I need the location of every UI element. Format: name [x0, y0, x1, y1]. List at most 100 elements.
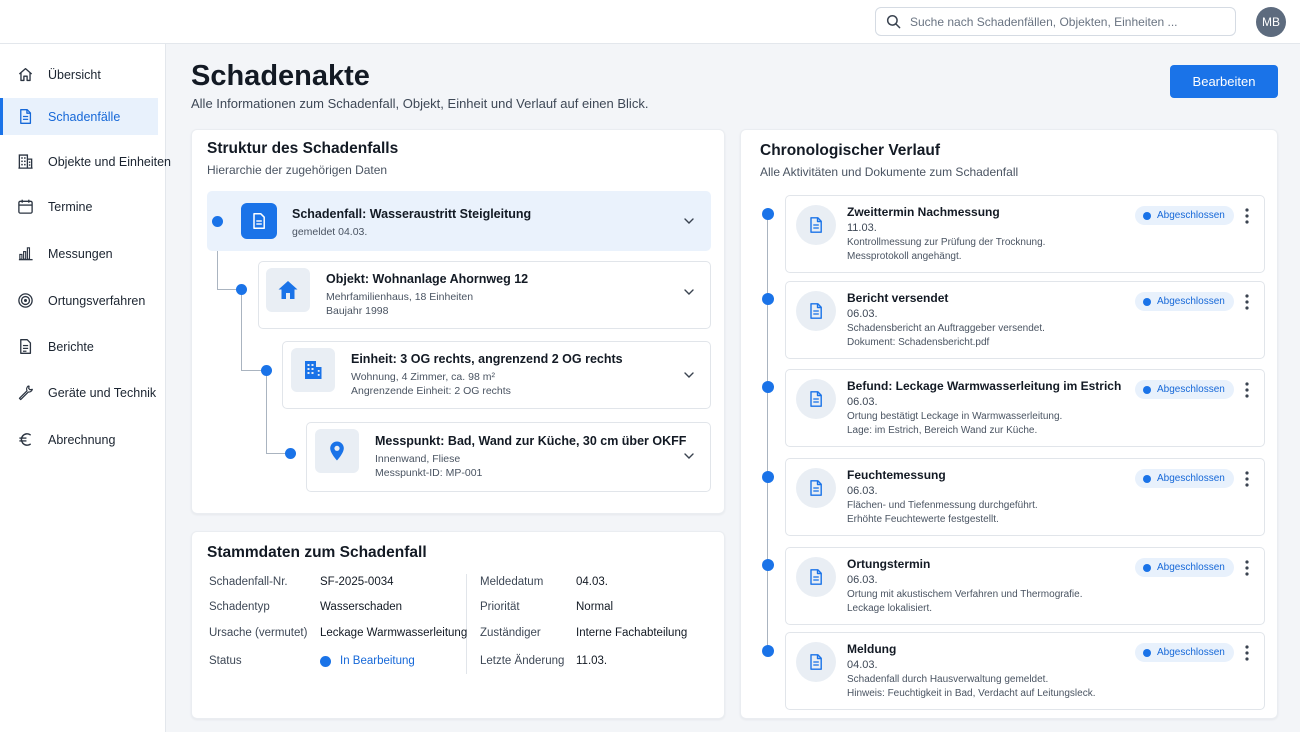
field-label: Schadenfall-Nr. [209, 576, 288, 588]
tree-node-messpunkt[interactable] [306, 422, 711, 492]
status-text: Abgeschlossen [1157, 647, 1225, 658]
sidebar-item-label: Schadenfälle [48, 109, 121, 124]
document-icon [20, 109, 32, 124]
more-options-icon[interactable] [1242, 293, 1252, 311]
node-icon-wrap [315, 429, 359, 473]
event-title: Zweittermin Nachmessung [847, 205, 1000, 219]
structure-subtitle: Hierarchie der zugehörigen Daten [207, 163, 388, 177]
document-icon [810, 569, 822, 585]
node-detail: Messpunkt-ID: MP-001 [375, 467, 483, 479]
calendar-icon [18, 199, 33, 214]
document-icon [810, 391, 822, 407]
search-box[interactable] [875, 7, 1236, 36]
edit-button[interactable]: Bearbeiten [1170, 65, 1278, 98]
event-icon-wrap [796, 642, 836, 682]
status-dot [320, 655, 331, 667]
top-bar: MB [0, 0, 1300, 44]
sidebar-item-label: Ortungsverfahren [48, 293, 146, 308]
tree-dot [236, 284, 247, 295]
document-icon [810, 303, 822, 319]
field-value: 04.03. [576, 576, 608, 588]
event-icon-wrap [796, 468, 836, 508]
more-options-icon[interactable] [1242, 470, 1252, 488]
house-icon [278, 281, 298, 299]
field-value: Interne Fachabteilung [576, 627, 688, 639]
status-text: In Bearbeitung [340, 655, 415, 667]
field-value: 11.03. [576, 655, 608, 667]
event-detail: Schadenfall durch Hausverwaltung gemelde… [847, 674, 1049, 685]
document-icon [253, 213, 265, 229]
event-icon-wrap [796, 205, 836, 245]
sidebar-item-berichte[interactable]: Berichte [0, 328, 158, 365]
master-data-title: Stammdaten zum Schadenfall [207, 544, 427, 561]
sidebar-item-label: Objekte und Einheiten [48, 154, 172, 169]
target-icon [18, 293, 33, 308]
tree-connector [266, 371, 267, 453]
node-title: Objekt: Wohnanlage Ahornweg 12 [326, 272, 529, 286]
event-detail: Ortung bestätigt Leckage in Warmwasserle… [847, 411, 1063, 422]
timeline-title: Chronologischer Verlauf [760, 142, 941, 159]
chevron-down-icon[interactable] [683, 369, 695, 381]
timeline-event[interactable]: Feuchtemessung 06.03. Flächen- und Tiefe… [785, 458, 1265, 536]
wrench-icon [18, 385, 33, 401]
sidebar-item-messungen[interactable]: Messungen [0, 235, 158, 272]
timeline-event[interactable]: Ortungstermin 06.03. Ortung mit akustisc… [785, 547, 1265, 625]
chevron-down-icon[interactable] [683, 450, 695, 462]
node-icon-wrap [266, 268, 310, 312]
node-detail: Angrenzende Einheit: 2 OG rechts [351, 385, 511, 397]
sidebar-item-abrechnung[interactable]: Abrechnung [0, 421, 158, 458]
chevron-down-icon[interactable] [683, 286, 695, 298]
search-input[interactable] [910, 14, 1220, 29]
sidebar-item-schadenfaelle[interactable]: Schadenfälle [0, 98, 158, 135]
tree-node-schadenfall[interactable] [207, 191, 711, 251]
field-label: Priorität [480, 601, 520, 613]
field-label: Meldedatum [480, 576, 544, 588]
node-detail: gemeldet 04.03. [292, 226, 368, 238]
event-date: 06.03. [847, 485, 878, 497]
event-icon-wrap [796, 291, 836, 331]
status-badge: Abgeschlossen [1135, 558, 1234, 577]
node-icon-wrap [241, 203, 277, 239]
event-title: Feuchtemessung [847, 468, 946, 482]
timeline-event[interactable]: Zweittermin Nachmessung 11.03. Kontrollm… [785, 195, 1265, 273]
more-options-icon[interactable] [1242, 207, 1252, 225]
chevron-down-icon[interactable] [683, 215, 695, 227]
sidebar-item-geraete[interactable]: Geräte und Technik [0, 374, 158, 411]
event-icon-wrap [796, 557, 836, 597]
node-detail: Baujahr 1998 [326, 305, 389, 317]
timeline-event[interactable]: Meldung 04.03. Schadenfall durch Hausver… [785, 632, 1265, 710]
more-options-icon[interactable] [1242, 559, 1252, 577]
node-icon-wrap [291, 348, 335, 392]
event-date: 11.03. [847, 222, 877, 234]
sidebar-item-label: Übersicht [48, 67, 101, 82]
timeline-event[interactable]: Befund: Leckage Warmwasserleitung im Est… [785, 369, 1265, 447]
document-icon [810, 217, 822, 233]
event-detail: Leckage lokalisiert. [847, 603, 933, 614]
node-detail: Wohnung, 4 Zimmer, ca. 98 m² [351, 371, 495, 383]
field-value: Leckage Warmwasserleitung [320, 627, 468, 639]
status-badge: Abgeschlossen [1135, 643, 1234, 662]
event-detail: Dokument: Schadensbericht.pdf [847, 337, 990, 348]
timeline-dot [762, 471, 774, 483]
sidebar-item-termine[interactable]: Termine [0, 188, 158, 225]
location-pin-icon [330, 441, 344, 461]
sidebar-item-uebersicht[interactable]: Übersicht [0, 56, 158, 93]
home-icon [18, 67, 33, 82]
event-detail: Lage: im Estrich, Bereich Wand zur Küche… [847, 425, 1038, 436]
node-title: Schadenfall: Wasseraustritt Steigleitung [292, 207, 532, 221]
timeline-subtitle: Alle Aktivitäten und Dokumente zum Schad… [760, 165, 1019, 179]
event-icon-wrap [796, 379, 836, 419]
field-label: Schadentyp [209, 601, 270, 613]
sidebar-item-objekte[interactable]: Objekte und Einheiten [0, 143, 171, 180]
node-detail: Innenwand, Fliese [375, 453, 461, 465]
sidebar-item-ortungsverfahren[interactable]: Ortungsverfahren [0, 282, 158, 319]
timeline-dot [762, 381, 774, 393]
divider [466, 574, 467, 674]
more-options-icon[interactable] [1242, 644, 1252, 662]
avatar[interactable]: MB [1256, 7, 1286, 37]
more-options-icon[interactable] [1242, 381, 1252, 399]
timeline-event[interactable]: Bericht versendet 06.03. Schadensbericht… [785, 281, 1265, 359]
status-badge: In Bearbeitung [320, 655, 415, 667]
event-title: Bericht versendet [847, 291, 949, 305]
search-icon [886, 14, 901, 29]
